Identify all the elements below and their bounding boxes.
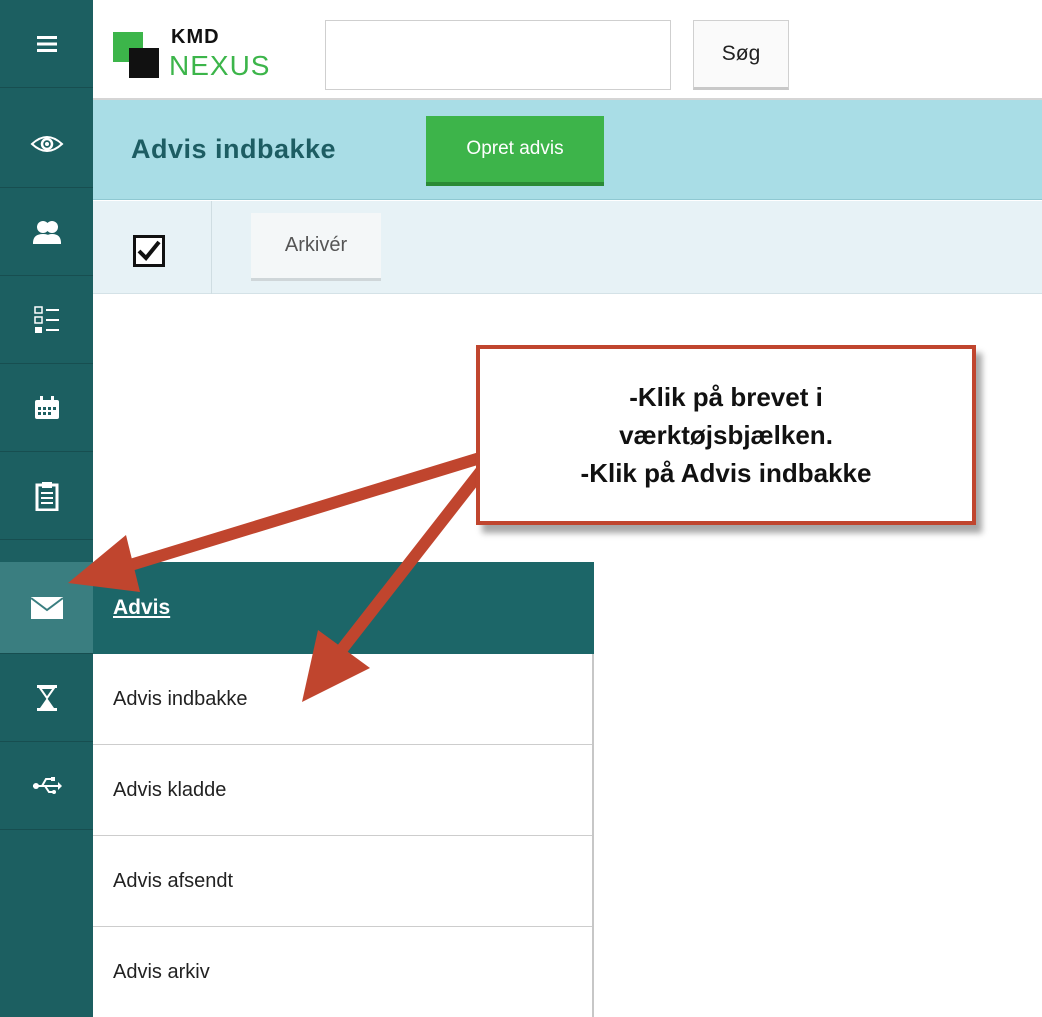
callout-line-2: værktøjsbjælken. bbox=[619, 420, 833, 450]
page-title: Advis indbakke bbox=[131, 134, 337, 164]
calendar-icon bbox=[34, 395, 59, 419]
menu-item-advis-afsendt[interactable]: Advis afsendt bbox=[93, 836, 592, 927]
page-title-bar: Advis indbakke Opret advis bbox=[93, 100, 1042, 200]
rail-tasks-button[interactable] bbox=[0, 276, 93, 364]
checkmark-icon bbox=[137, 240, 161, 261]
logo-brand-top: KMD bbox=[171, 26, 220, 48]
toolbar-divider bbox=[211, 201, 212, 294]
archive-button[interactable]: Arkivér bbox=[251, 213, 381, 281]
logo-brand-bottom: NEXUS bbox=[169, 50, 271, 81]
rail-citizens-button[interactable] bbox=[0, 188, 93, 276]
checklist-icon bbox=[33, 305, 59, 333]
create-advis-button[interactable]: Opret advis bbox=[426, 116, 604, 186]
rail-overview-button[interactable] bbox=[0, 100, 93, 188]
search-input[interactable] bbox=[325, 20, 671, 90]
rail-waiting-button[interactable] bbox=[0, 654, 93, 742]
hamburger-menu-icon bbox=[36, 35, 57, 52]
kmd-nexus-logo[interactable]: KMD NEXUS bbox=[113, 24, 293, 84]
rail-menu-button[interactable] bbox=[0, 0, 93, 88]
menu-item-advis-kladde[interactable]: Advis kladde bbox=[93, 745, 592, 836]
advis-menu-list: Advis indbakke Advis kladde Advis afsend… bbox=[93, 654, 594, 1017]
action-toolbar: Arkivér bbox=[93, 201, 1042, 294]
eye-icon bbox=[30, 135, 63, 152]
usb-icon bbox=[32, 776, 62, 794]
rail-integrations-button[interactable] bbox=[0, 742, 93, 830]
instruction-callout: -Klik på brevet i værktøjsbjælken. -Klik… bbox=[476, 345, 976, 525]
clipboard-icon bbox=[35, 481, 58, 511]
menu-item-advis-indbakke[interactable]: Advis indbakke bbox=[93, 654, 592, 745]
rail-documents-button[interactable] bbox=[0, 452, 93, 540]
menu-item-advis-arkiv[interactable]: Advis arkiv bbox=[93, 927, 592, 1017]
logo-black-square bbox=[129, 48, 159, 78]
select-all-checkbox[interactable] bbox=[133, 235, 165, 267]
callout-line-1: -Klik på brevet i bbox=[629, 382, 823, 412]
advis-menu-header[interactable]: Advis bbox=[93, 562, 594, 654]
rail-calendar-button[interactable] bbox=[0, 364, 93, 452]
envelope-icon bbox=[29, 596, 64, 619]
hourglass-icon bbox=[36, 684, 57, 711]
tool-rail bbox=[0, 0, 93, 1017]
advis-menu-header-label[interactable]: Advis bbox=[113, 596, 170, 620]
top-header: KMD NEXUS Søg bbox=[93, 0, 1042, 100]
rail-advis-button[interactable] bbox=[0, 562, 93, 654]
search-button[interactable]: Søg bbox=[693, 20, 789, 90]
citizens-icon bbox=[32, 220, 61, 244]
callout-line-3: -Klik på Advis indbakke bbox=[580, 458, 872, 488]
